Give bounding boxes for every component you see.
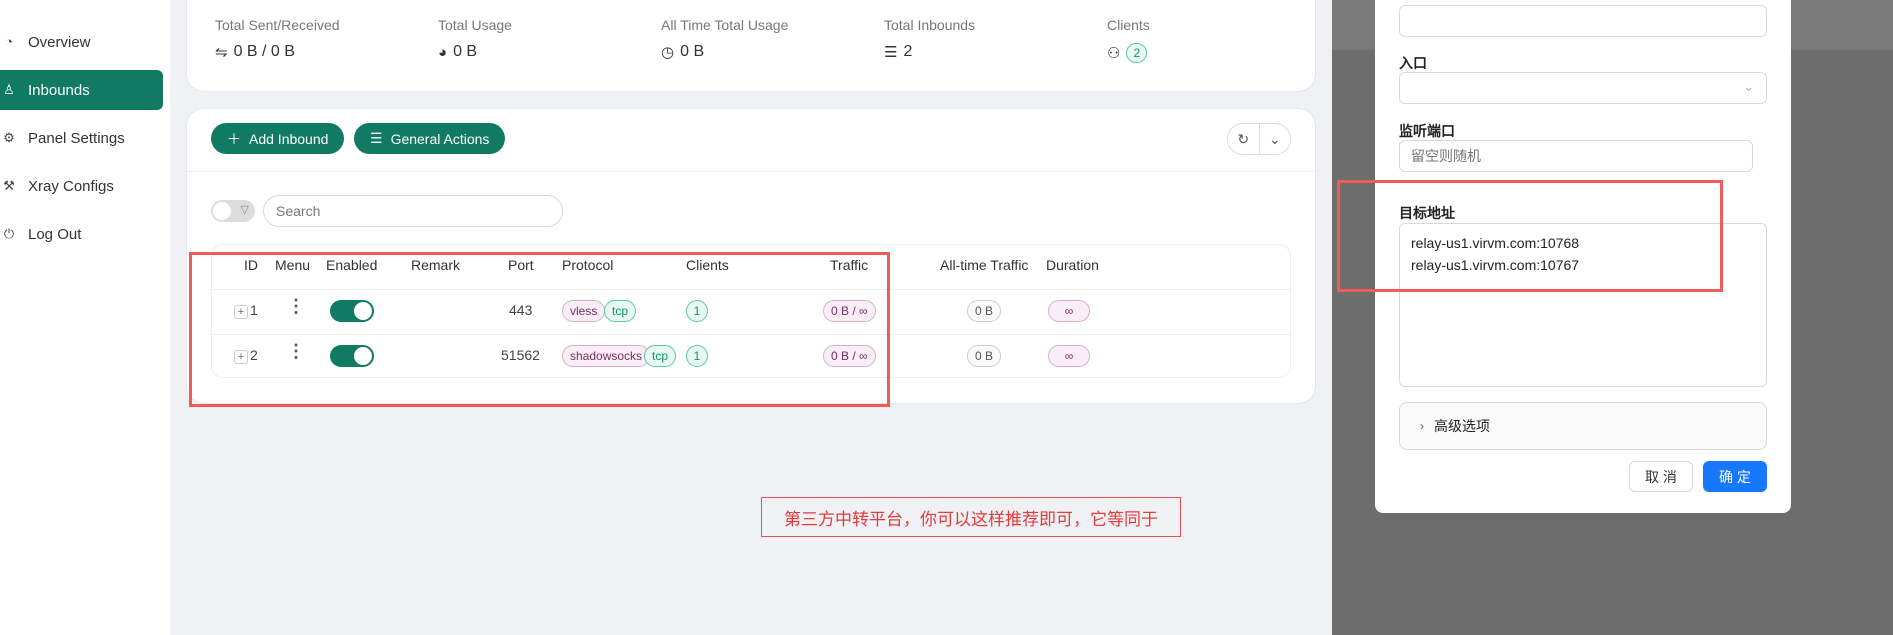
sidebar-item-label: Xray Configs: [28, 177, 114, 195]
gear-icon: ⚙: [3, 130, 15, 145]
stat-total-usage: Total Usage ◕ 0 B: [438, 17, 512, 61]
col-header-duration: Duration: [1046, 257, 1099, 273]
sidebar-item-label: Panel Settings: [28, 129, 125, 147]
col-header-all-time-traffic: All-time Traffic: [940, 257, 1029, 273]
stat-value-row: ◷ 0 B: [661, 43, 788, 61]
add-inbound-button[interactable]: ＋ Add Inbound: [211, 123, 345, 154]
refresh-icon[interactable]: ↻: [1228, 124, 1260, 154]
listen-port-input[interactable]: [1399, 140, 1753, 172]
duration-tag: ∞: [1048, 300, 1090, 322]
entry-label: 入口: [1399, 55, 1427, 71]
stat-value: 2: [903, 43, 913, 60]
sidebar-item-inbounds[interactable]: ♙ Inbounds: [0, 70, 163, 110]
listen-port-label: 监听端口: [1399, 123, 1455, 139]
list-icon: ☰: [884, 44, 898, 61]
stat-label: Clients: [1107, 17, 1150, 33]
stat-value: 0 B: [453, 43, 478, 60]
menu-icon: ☰: [370, 130, 383, 146]
sidebar-item-panel-settings[interactable]: ⚙ Panel Settings: [0, 118, 163, 158]
user-icon: ♙: [3, 82, 15, 97]
sidebar: ◔ Overview ♙ Inbounds ⚙ Panel Settings ⚒…: [0, 0, 170, 635]
history-icon: ◷: [661, 44, 675, 61]
stat-value: 0 B: [680, 43, 705, 60]
refresh-group: ↻ ⌄: [1227, 123, 1291, 155]
advanced-options-collapse[interactable]: › 高级选项: [1399, 402, 1767, 450]
chevron-down-icon[interactable]: ⌄: [1260, 124, 1291, 154]
annotation-box-target: [1337, 180, 1723, 292]
stat-inbounds: Total Inbounds ☰ 2: [884, 17, 975, 61]
sidebar-item-log-out[interactable]: ⏻ Log Out: [0, 214, 163, 254]
general-actions-label: General Actions: [390, 130, 490, 147]
stat-value: 0 B / 0 B: [233, 43, 295, 60]
sidebar-item-overview[interactable]: ◔ Overview: [0, 22, 163, 62]
filter-toggle[interactable]: ▽: [211, 200, 255, 222]
advanced-options-label: 高级选项: [1434, 418, 1490, 434]
annotation-note: 第三方中转平台，你可以这样推荐即可，它等同于: [761, 497, 1181, 537]
name-field[interactable]: [1399, 5, 1767, 37]
sidebar-item-label: Inbounds: [28, 81, 90, 99]
general-actions-button[interactable]: ☰ General Actions: [354, 123, 506, 154]
stat-clients: Clients ⚇ 2: [1107, 17, 1150, 63]
swap-icon: ⇋: [215, 44, 228, 61]
stat-sent-received: Total Sent/Received ⇋ 0 B / 0 B: [215, 17, 340, 61]
stat-value-row: ◕ 0 B: [438, 43, 512, 61]
tool-icon: ⚒: [3, 178, 15, 193]
all-time-traffic-tag: 0 B: [967, 300, 1002, 322]
stat-label: Total Sent/Received: [215, 17, 340, 33]
stat-value-row: ⚇ 2: [1107, 43, 1150, 63]
add-inbound-label: Add Inbound: [249, 130, 329, 147]
all-time-traffic-tag: 0 B: [967, 345, 1002, 367]
logout-icon: ⏻: [3, 226, 15, 241]
sidebar-item-xray-configs[interactable]: ⚒ Xray Configs: [0, 166, 163, 206]
chevron-down-icon: ⌄: [1743, 79, 1754, 94]
chevron-right-icon: ›: [1420, 419, 1424, 433]
sidebar-item-label: Log Out: [28, 225, 82, 243]
stat-label: Total Usage: [438, 17, 512, 33]
team-icon: ⚇: [1107, 45, 1121, 62]
cancel-button[interactable]: 取 消: [1629, 461, 1693, 492]
toggle-knob: [213, 202, 231, 220]
ok-button[interactable]: 确 定: [1703, 461, 1767, 492]
duration-tag: ∞: [1048, 345, 1090, 367]
dashboard-icon: ◔: [5, 34, 13, 49]
search-input[interactable]: [263, 195, 563, 227]
stats-card: Total Sent/Received ⇋ 0 B / 0 B Total Us…: [186, 0, 1316, 92]
divider: [187, 171, 1315, 172]
clients-count-badge: 2: [1126, 43, 1148, 63]
sidebar-item-label: Overview: [28, 33, 91, 51]
pie-chart-icon: ◕: [438, 43, 448, 61]
filter-icon: ▽: [240, 204, 249, 216]
stat-label: All Time Total Usage: [661, 17, 789, 33]
stat-value-row: ☰ 2: [884, 43, 975, 61]
annotation-box-table: [189, 252, 890, 407]
entry-select[interactable]: ⌄: [1399, 72, 1767, 104]
plus-icon: ＋: [227, 130, 241, 147]
stat-all-time: All Time Total Usage ◷ 0 B: [661, 17, 788, 61]
stat-value-row: ⇋ 0 B / 0 B: [215, 43, 340, 61]
stat-label: Total Inbounds: [884, 17, 976, 33]
